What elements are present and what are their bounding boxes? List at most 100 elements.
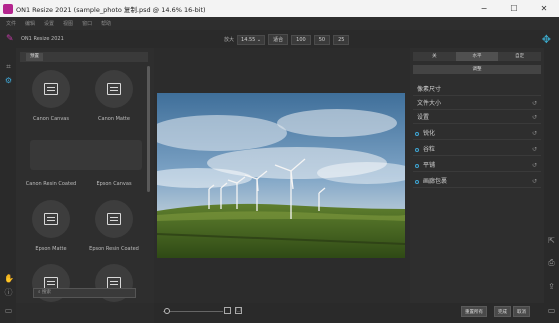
section-tiling[interactable]: 平铺 ↺	[413, 159, 541, 172]
app-window: ON1 Resize 2021 (sample_photo 复制.psd @ 1…	[0, 0, 559, 323]
close-button[interactable]: ✕	[529, 4, 559, 13]
menu-edit[interactable]: 编辑	[25, 20, 35, 27]
section-label: 谷粒	[423, 146, 436, 153]
preset-tile[interactable]: Canon Matte	[84, 70, 144, 122]
section-label: 平铺	[423, 162, 436, 169]
maximize-button[interactable]: ☐	[499, 4, 529, 13]
browse-module-icon[interactable]: ✥	[542, 33, 551, 46]
mode-tabs: 关 水平 自定	[413, 52, 541, 61]
minimize-button[interactable]: −	[469, 4, 499, 13]
menu-window[interactable]: 窗口	[82, 20, 92, 27]
tab-custom[interactable]: 自定	[498, 52, 541, 61]
zoom-fit-button[interactable]: 适合	[268, 34, 289, 45]
reset-icon[interactable]: ↺	[532, 159, 537, 172]
preset-tile[interactable]: Canon Canvas	[21, 70, 81, 122]
preset-label: Epson Canvas	[96, 181, 132, 187]
done-button[interactable]: 完成	[494, 306, 511, 317]
on1-logo-icon: ✎	[6, 33, 14, 44]
section-file-size[interactable]: 文件大小 ↺	[413, 97, 541, 110]
tab-off[interactable]: 关	[413, 52, 456, 61]
enable-toggle-icon[interactable]	[415, 163, 419, 168]
adjust-button[interactable]: 调整	[413, 65, 541, 74]
zoom-value: 14.55	[241, 36, 256, 43]
tab-horizontal[interactable]: 水平	[455, 52, 499, 61]
reset-icon[interactable]: ↺	[532, 175, 537, 188]
menu-help[interactable]: 帮助	[101, 20, 111, 27]
menu-view[interactable]: 视图	[63, 20, 73, 27]
zoom-slider[interactable]	[163, 311, 223, 312]
crop-tool-icon[interactable]: ⌗	[4, 62, 13, 71]
compare-view-icon[interactable]: □	[235, 307, 242, 314]
reset-icon[interactable]: ↺	[532, 143, 537, 156]
presets-tab[interactable]: 预置	[26, 53, 43, 61]
app-name: ON1 Resize 2021	[21, 36, 64, 42]
document-icon	[107, 83, 121, 95]
menu-file[interactable]: 文件	[6, 20, 16, 27]
section-label: 画廊包裹	[423, 178, 448, 185]
resize-tool-icon[interactable]: ⚙	[4, 76, 13, 85]
app-icon	[3, 3, 13, 14]
zoom-25-button[interactable]: 25	[333, 34, 350, 45]
section-settings[interactable]: 设置 ↺	[413, 111, 541, 124]
zoom-100-button[interactable]: 100	[291, 34, 311, 45]
preset-tile[interactable]: Epson Resin Coated	[84, 200, 144, 252]
preset-tile[interactable]: Canon Resin Coated	[21, 181, 81, 187]
print-icon[interactable]: ⎙	[547, 258, 556, 268]
cancel-button[interactable]: 取消	[513, 306, 530, 317]
zoom-select[interactable]: 14.55 ⌄	[237, 34, 266, 45]
document-icon	[44, 83, 58, 95]
zoom-label: 放大	[224, 37, 235, 43]
preset-thumbnail	[32, 70, 70, 108]
reset-icon[interactable]: ↺	[532, 97, 537, 110]
enable-toggle-icon[interactable]	[415, 131, 419, 136]
menu-bar: 文件 编辑 设置 视图 窗口 帮助	[0, 17, 559, 30]
zoom-50-button[interactable]: 50	[313, 34, 331, 45]
preset-search-input[interactable]: ⌕ 搜索	[33, 288, 136, 298]
section-sharpen[interactable]: 锐化 ↺	[413, 127, 541, 140]
section-grain[interactable]: 谷粒 ↺	[413, 143, 541, 156]
export-icon[interactable]: ⇱	[547, 236, 556, 245]
settings-panel: 关 水平 自定 调整 像素尺寸 文件大小 ↺ 设置 ↺ 锐化 ↺ 谷粒 ↺ 平铺…	[410, 48, 544, 303]
panel-toggle-icon[interactable]: ▭	[4, 306, 13, 315]
preset-label: Epson Resin Coated	[89, 246, 139, 252]
reset-icon[interactable]: ↺	[532, 111, 537, 124]
preset-tile[interactable]: Epson Matte	[21, 200, 81, 252]
image-preview[interactable]	[157, 93, 405, 258]
document-icon	[107, 213, 121, 225]
section-label: 锐化	[423, 130, 436, 137]
preset-label: Canon Matte	[98, 116, 130, 122]
search-icon: ⌕	[38, 290, 41, 295]
section-label: 像素尺寸	[417, 86, 442, 93]
search-placeholder: 搜索	[41, 290, 51, 295]
presets-scrollbar[interactable]	[147, 66, 150, 192]
presets-header: 预置	[20, 52, 148, 62]
enable-toggle-icon[interactable]	[415, 179, 419, 184]
preset-label: Canon Resin Coated	[25, 181, 77, 187]
menu-settings[interactable]: 设置	[44, 20, 54, 27]
panel-toggle-right-icon[interactable]: ▭	[547, 306, 556, 315]
section-pixel-dimensions[interactable]: 像素尺寸	[413, 83, 541, 96]
preset-label: Epson Matte	[35, 246, 67, 252]
pan-tool-icon[interactable]: ✋	[4, 274, 14, 283]
reset-all-button[interactable]: 重置所有	[461, 306, 487, 317]
enable-toggle-icon[interactable]	[415, 147, 419, 152]
preset-tile[interactable]: Epson Canvas	[84, 181, 144, 187]
preset-thumbnail	[95, 200, 133, 238]
right-toolbar: ⇱ ⎙ ⇪ ▭	[544, 48, 559, 323]
section-gallery-wrap[interactable]: 画廊包裹 ↺	[413, 175, 541, 188]
section-label: 设置	[417, 114, 430, 121]
fit-view-icon[interactable]	[224, 307, 231, 314]
share-icon[interactable]: ⇪	[547, 282, 556, 291]
title-bar: ON1 Resize 2021 (sample_photo 复制.psd @ 1…	[0, 0, 559, 17]
preset-thumbnail	[95, 70, 133, 108]
preset-group-banner[interactable]	[30, 140, 142, 170]
document-icon	[44, 213, 58, 225]
info-icon[interactable]: ⓘ	[4, 288, 13, 297]
zoom-slider-handle[interactable]	[164, 308, 170, 314]
reset-icon[interactable]: ↺	[532, 127, 537, 140]
preset-thumbnail	[32, 200, 70, 238]
left-toolbar: ⌗ ⚙ ✋ ⓘ ▭	[0, 48, 16, 323]
app-bar: ✎ ON1 Resize 2021 放大 14.55 ⌄ 适合 100 50 2…	[0, 30, 559, 48]
section-label: 文件大小	[417, 100, 442, 107]
window-title: ON1 Resize 2021 (sample_photo 复制.psd @ 1…	[16, 5, 206, 14]
